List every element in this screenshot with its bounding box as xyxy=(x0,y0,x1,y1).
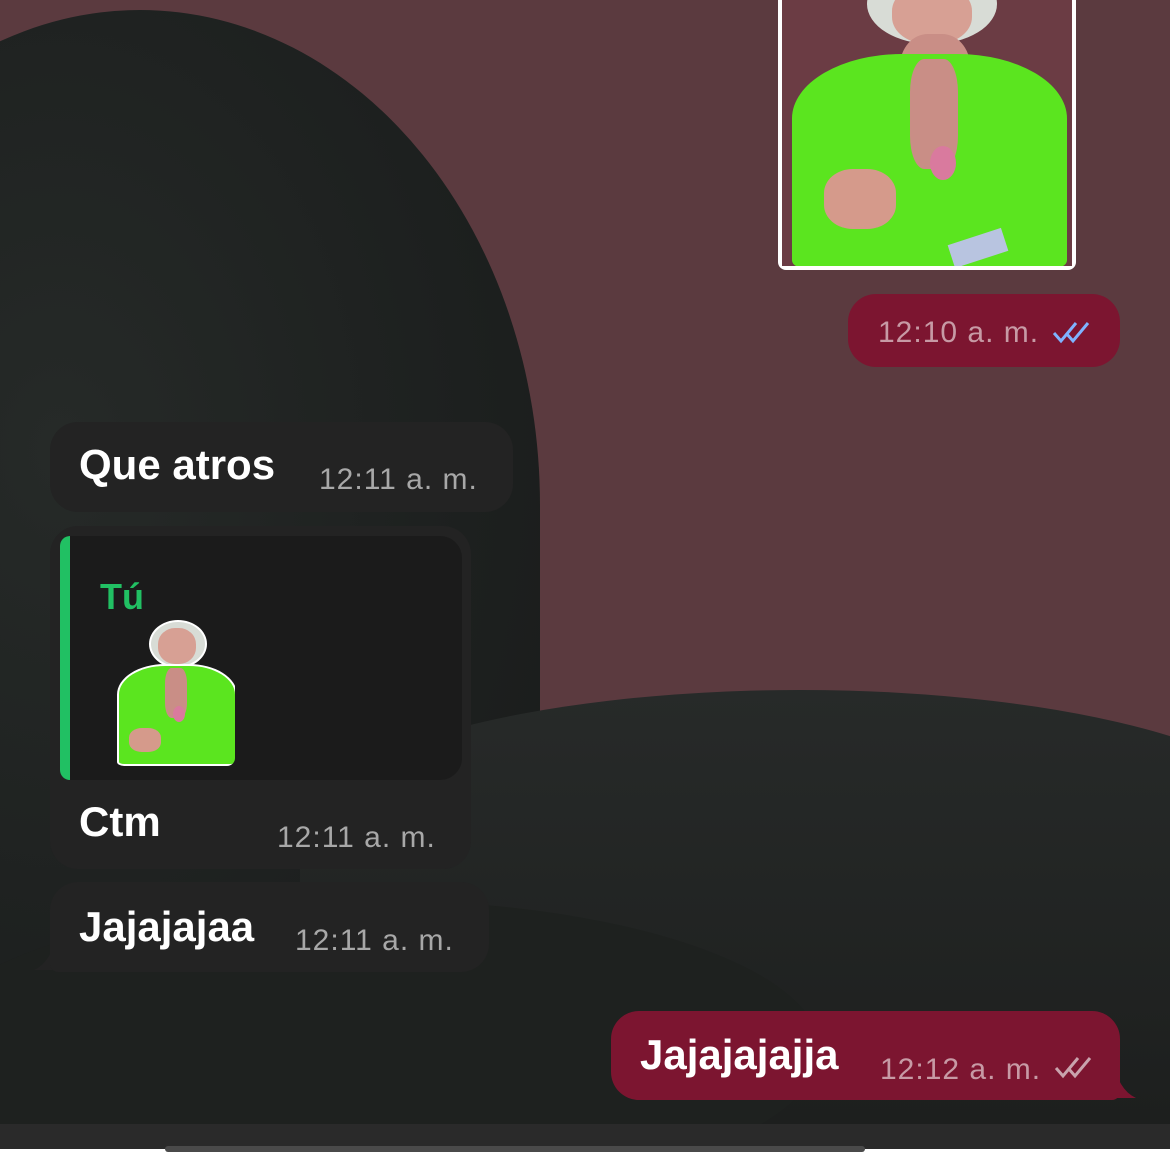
quoted-sticker-thumbnail xyxy=(115,616,235,766)
message-text: Jajajajajja xyxy=(640,1031,839,1078)
outgoing-sticker-time-bubble: 12:10 a. m. xyxy=(848,294,1120,367)
double-check-icon xyxy=(1052,322,1090,344)
message-text: Jajajajaa xyxy=(79,903,255,950)
quote-author: Tú xyxy=(100,576,144,617)
quote-accent-bar xyxy=(60,536,70,780)
sticker-image xyxy=(782,0,1072,266)
message-time: 12:11 a. m. xyxy=(277,821,436,854)
message-time: 12:10 a. m. xyxy=(878,316,1040,349)
message-time: 12:11 a. m. xyxy=(319,463,478,496)
incoming-message[interactable]: Jajajajaa 12:11 a. m. xyxy=(50,882,489,972)
incoming-reply-message[interactable]: Tú Ctm 12:11 a. m. xyxy=(50,526,471,869)
quoted-message[interactable]: Tú xyxy=(60,536,462,780)
message-text: Ctm xyxy=(79,798,161,845)
message-time: 12:11 a. m. xyxy=(295,924,454,957)
input-field-edge[interactable] xyxy=(165,1146,865,1152)
incoming-message[interactable]: Que atros 12:11 a. m. xyxy=(50,422,513,512)
message-time: 12:12 a. m. xyxy=(880,1053,1042,1086)
message-text: Que atros xyxy=(79,441,276,488)
outgoing-sticker[interactable] xyxy=(778,0,1076,270)
outgoing-message[interactable]: Jajajajajja 12:12 a. m. xyxy=(611,1011,1120,1100)
double-check-icon xyxy=(1054,1057,1092,1079)
